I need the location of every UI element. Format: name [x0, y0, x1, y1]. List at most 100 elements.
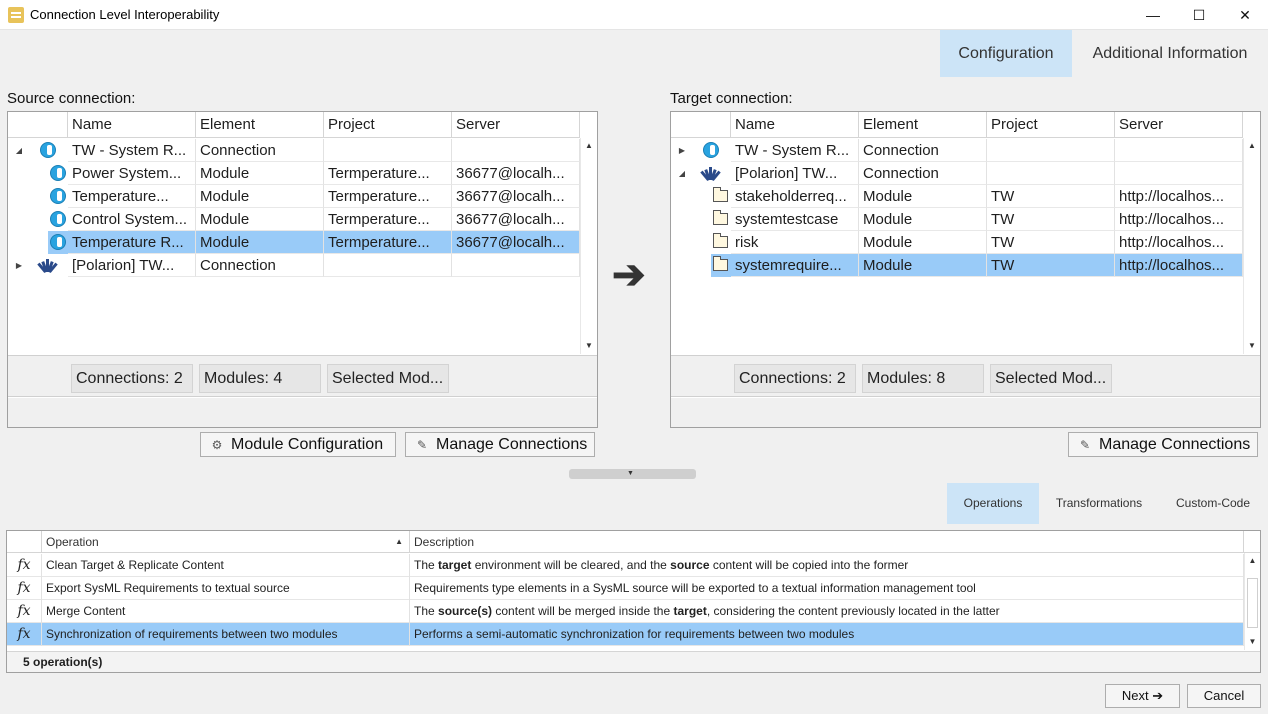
target-grid-header: Name Element Project Server — [671, 112, 1243, 138]
operation-row[interactable]: fx Synchronization of requirements betwee… — [7, 623, 1244, 646]
operation-name: Synchronization of requirements between … — [42, 623, 410, 646]
expand-arrow-icon[interactable]: ▶ — [12, 254, 26, 277]
tw-connection-icon — [50, 188, 66, 204]
ops-col-description[interactable]: Description — [410, 531, 1244, 553]
cell-element: Connection — [859, 162, 987, 185]
close-button[interactable]: ✕ — [1222, 0, 1268, 30]
cell-project: Termperature... — [324, 185, 452, 208]
tree-row[interactable]: ◢ [Polarion] TW... Connection — [671, 162, 1243, 185]
scroll-up-icon[interactable]: ▲ — [581, 138, 597, 154]
tree-row[interactable]: systemrequire... Module TW http://localhos.… — [671, 254, 1243, 277]
cell-name: systemtestcase — [731, 208, 859, 231]
target-stats-strip: Connections: 2 Modules: 8 Selected Mod..… — [671, 355, 1260, 397]
maximize-button[interactable]: ☐ — [1176, 0, 1222, 30]
expand-arrow-icon[interactable]: ▶ — [675, 139, 689, 162]
tab-transformations[interactable]: Transformations — [1042, 483, 1156, 524]
target-col-server[interactable]: Server — [1115, 112, 1243, 138]
operation-name: Merge Content — [42, 600, 410, 623]
cell-name: TW - System R... — [731, 139, 859, 162]
tree-row[interactable]: ▶ TW - System R... Connection — [671, 139, 1243, 162]
tree-row[interactable]: Temperature R... Module Termperature... 366… — [8, 231, 580, 254]
module-config-icon: ⚙ — [211, 438, 223, 452]
target-scrollbar[interactable]: ▲ ▼ — [1243, 138, 1260, 354]
cell-element: Module — [859, 208, 987, 231]
cell-name: risk — [731, 231, 859, 254]
target-connections-count: Connections: 2 — [734, 364, 856, 393]
description-text: environment will be cleared, and the — [471, 558, 671, 572]
tree-row[interactable]: ◢ TW - System R... Connection — [8, 139, 580, 162]
target-selected-modules: Selected Mod... — [990, 364, 1112, 393]
cell-element: Module — [196, 208, 324, 231]
target-connection-label: Target connection: — [670, 90, 793, 107]
function-icon: fx — [7, 623, 42, 646]
tree-row[interactable]: Control System... Module Termperature... 36… — [8, 208, 580, 231]
source-col-project[interactable]: Project — [324, 112, 452, 138]
scroll-down-icon[interactable]: ▼ — [1245, 634, 1260, 650]
scroll-up-icon[interactable]: ▲ — [1245, 553, 1260, 569]
source-col-server[interactable]: Server — [452, 112, 580, 138]
source-manage-connections-button[interactable]: ✎ Manage Connections — [405, 432, 595, 457]
tree-row[interactable]: risk Module TW http://localhos... — [671, 231, 1243, 254]
tree-row[interactable]: stakeholderreq... Module TW http://localhos… — [671, 185, 1243, 208]
tab-operations[interactable]: Operations — [947, 483, 1039, 524]
operation-description: Requirements type elements in a SysML so… — [410, 577, 1244, 600]
description-text: The — [414, 558, 439, 572]
collapse-arrow-icon[interactable]: ◢ — [12, 139, 26, 162]
source-col-element[interactable]: Element — [196, 112, 324, 138]
module-configuration-button[interactable]: ⚙ Module Configuration — [200, 432, 396, 457]
source-connections-count: Connections: 2 — [71, 364, 193, 393]
cell-name: Temperature... — [68, 185, 196, 208]
manage-connections-icon: ✎ — [416, 438, 428, 452]
source-col-name[interactable]: Name — [68, 112, 196, 138]
cell-project: Termperature... — [324, 231, 452, 254]
operations-count: 5 operation(s) — [7, 651, 1260, 672]
scroll-up-icon[interactable]: ▲ — [1244, 138, 1260, 154]
cell-project: Termperature... — [324, 208, 452, 231]
tree-row[interactable]: Temperature... Module Termperature... 36677… — [8, 185, 580, 208]
tab-custom-code[interactable]: Custom-Code — [1160, 483, 1266, 524]
collapse-arrow-icon[interactable]: ◢ — [675, 162, 689, 185]
tree-row[interactable]: ▶ [Polarion] TW... Connection — [8, 254, 580, 277]
cell-server: http://localhos... — [1115, 254, 1243, 277]
source-modules-count: Modules: 4 — [199, 364, 321, 393]
minimize-button[interactable]: — — [1130, 0, 1176, 30]
operation-row[interactable]: fx Export SysML Requirements to textual s… — [7, 577, 1244, 600]
function-icon: fx — [7, 577, 42, 600]
operation-row[interactable]: fx Clean Target & Replicate Content The ta… — [7, 554, 1244, 577]
cell-server: 36677@localh... — [452, 162, 580, 185]
description-text: content will be merged inside the — [492, 604, 674, 618]
tree-row[interactable]: systemtestcase Module TW http://localhos... — [671, 208, 1243, 231]
scroll-thumb[interactable] — [1247, 578, 1258, 628]
target-col-element[interactable]: Element — [859, 112, 987, 138]
target-col-project[interactable]: Project — [987, 112, 1115, 138]
folder-icon — [713, 256, 728, 271]
target-manage-connections-button[interactable]: ✎ Manage Connections — [1068, 432, 1258, 457]
source-connection-panel: Name Element Project Server ◢ TW - System… — [7, 111, 598, 428]
next-button[interactable]: Next ➔ — [1105, 684, 1180, 708]
tab-additional-information[interactable]: Additional Information — [1072, 30, 1268, 77]
operation-name: Clean Target & Replicate Content — [42, 554, 410, 577]
cell-server — [1115, 139, 1243, 162]
source-scrollbar[interactable]: ▲ ▼ — [580, 138, 597, 354]
cell-project: TW — [987, 208, 1115, 231]
operations-scrollbar[interactable]: ▲ ▼ — [1244, 553, 1260, 650]
target-col-name[interactable]: Name — [731, 112, 859, 138]
tw-connection-icon — [703, 142, 719, 158]
operation-row[interactable]: fx Merge Content The source(s) content wil… — [7, 600, 1244, 623]
description-text: The — [414, 604, 439, 618]
manage-connections-icon: ✎ — [1079, 438, 1091, 452]
scroll-down-icon[interactable]: ▼ — [1244, 338, 1260, 354]
source-selected-modules: Selected Mod... — [327, 364, 449, 393]
tab-configuration[interactable]: Configuration — [940, 30, 1072, 77]
ops-col-operation[interactable]: Operation ▲ — [42, 531, 410, 553]
tree-row[interactable]: Power System... Module Termperature... 3667… — [8, 162, 580, 185]
cell-name: Power System... — [68, 162, 196, 185]
target-panel-footer — [671, 398, 1260, 427]
target-header-spacer — [671, 112, 731, 138]
splitter-handle[interactable]: ▼ — [569, 469, 696, 479]
scroll-down-icon[interactable]: ▼ — [581, 338, 597, 354]
cancel-button[interactable]: Cancel — [1187, 684, 1261, 708]
description-text: , considering the content previously loc… — [706, 604, 1000, 618]
folder-icon — [713, 210, 728, 225]
app-icon — [8, 7, 24, 23]
